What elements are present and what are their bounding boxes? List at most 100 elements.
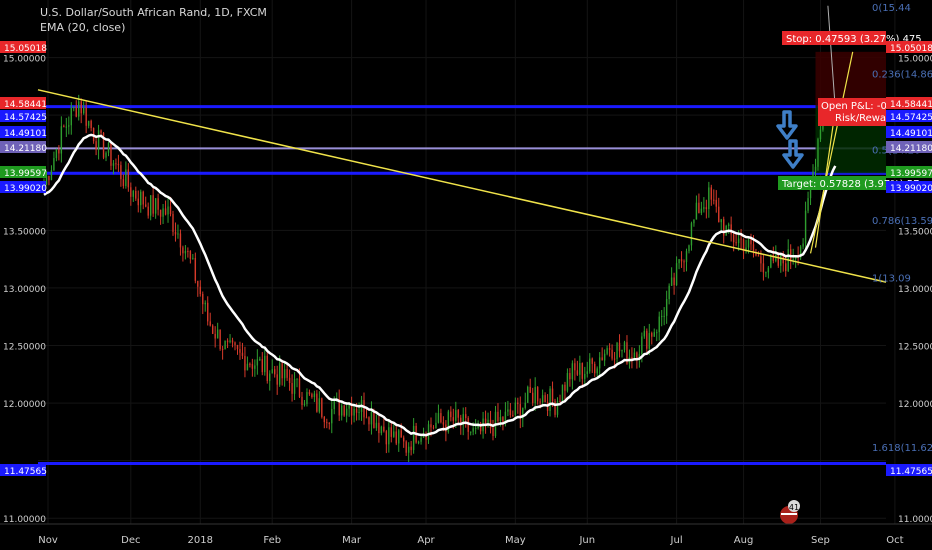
candle [281, 363, 283, 379]
fib-level-label: 0.236(14.86 [872, 70, 932, 81]
candle [524, 402, 526, 408]
candle [50, 170, 53, 181]
price-tick-label: 13.50000 [3, 227, 46, 237]
candle [130, 187, 132, 197]
candle [199, 286, 201, 295]
candle [760, 256, 762, 264]
price-label: 14.49101 [890, 129, 932, 139]
candle [221, 348, 224, 350]
candle [157, 198, 159, 210]
candle [412, 425, 415, 451]
price-label: 14.21180 [890, 144, 932, 154]
candle [100, 130, 102, 133]
candle [502, 417, 504, 423]
time-tick-label: 2018 [188, 535, 213, 546]
candle [142, 191, 144, 205]
candle [467, 418, 469, 432]
candle [802, 243, 804, 247]
candle [708, 187, 710, 210]
candle [497, 411, 499, 421]
candle [747, 239, 750, 248]
candle [750, 239, 752, 245]
chart-title: U.S. Dollar/South African Rand, 1D, FXCM [40, 6, 267, 19]
candle [405, 441, 407, 453]
candle [353, 408, 355, 416]
candle [675, 263, 678, 286]
candle [594, 363, 596, 374]
candle [286, 369, 288, 378]
candle [551, 388, 554, 402]
candle [683, 261, 685, 263]
candle [333, 400, 335, 410]
candle [269, 373, 271, 382]
candle [757, 255, 760, 257]
candle [152, 195, 154, 214]
candle [251, 364, 254, 369]
candle [591, 358, 593, 364]
candle [301, 396, 303, 406]
price-label: 13.99597 [4, 169, 47, 179]
price-tick-label: 13.50000 [898, 227, 932, 237]
candle [700, 208, 703, 213]
candle [363, 400, 365, 418]
fib-level-label: 0(15.44 [872, 3, 911, 14]
price-tick-label: 13.00000 [898, 285, 932, 295]
candle [115, 163, 117, 165]
candle [313, 393, 316, 397]
candle [770, 255, 772, 268]
price-tick-label: 12.00000 [3, 400, 46, 410]
candle [720, 219, 722, 223]
candle [400, 430, 402, 438]
candle [785, 263, 787, 271]
price-label: 15.05018 [890, 44, 932, 54]
candle [417, 441, 420, 443]
price-chart[interactable]: 0(15.440.236(14.860.5(14.200.618(13.90.7… [0, 0, 932, 550]
candle [804, 210, 807, 244]
candle [209, 321, 211, 326]
candle [375, 422, 378, 428]
price-tick-label: 15.00000 [898, 55, 932, 65]
candle [732, 234, 735, 243]
candle [584, 373, 586, 379]
candle [663, 315, 665, 317]
candle [789, 249, 792, 260]
candle [727, 224, 730, 226]
candle [169, 206, 172, 214]
candle [370, 411, 373, 425]
candle [492, 428, 494, 437]
candle [455, 410, 457, 421]
candle [690, 223, 693, 246]
candle [780, 253, 782, 266]
candle [388, 427, 390, 445]
candle [380, 426, 383, 434]
candle [698, 202, 700, 213]
candle [355, 408, 358, 413]
candle [254, 365, 256, 369]
candle [608, 348, 611, 350]
candle [373, 411, 375, 428]
candle [589, 358, 591, 372]
candle [234, 342, 236, 346]
candle [549, 388, 551, 411]
candle [226, 340, 229, 343]
time-tick-label: Jun [578, 535, 595, 546]
candle [340, 405, 343, 416]
candle [97, 130, 100, 150]
candle [673, 277, 675, 286]
candle [105, 152, 107, 158]
candle [603, 353, 606, 361]
candle [122, 179, 125, 187]
price-tick-label: 12.00000 [898, 400, 932, 410]
candle [264, 355, 266, 373]
candle [740, 238, 742, 240]
candle [517, 402, 519, 405]
candle [283, 369, 286, 379]
fib-level-label: 1(13.09 [872, 274, 911, 285]
candle [125, 169, 127, 187]
candle [695, 202, 698, 220]
price-label: 15.05018 [4, 44, 47, 54]
candle [214, 333, 216, 339]
candle [539, 401, 541, 403]
candle [244, 355, 246, 371]
candle [345, 408, 348, 416]
